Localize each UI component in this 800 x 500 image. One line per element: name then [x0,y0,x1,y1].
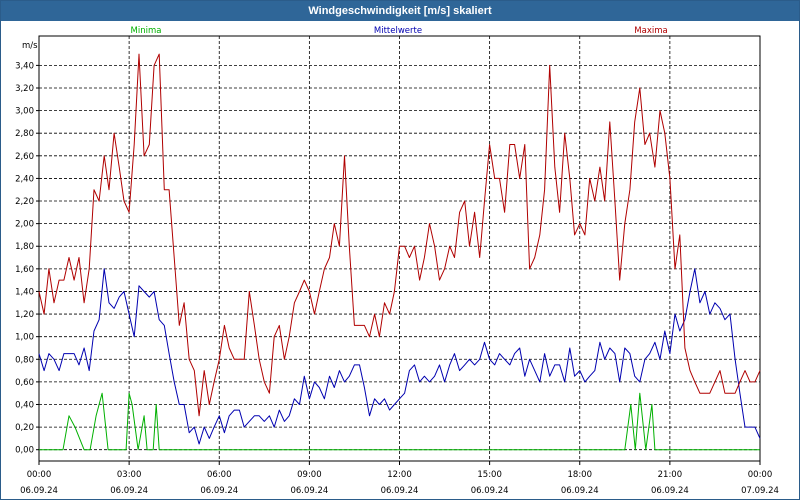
y-tick-label: 2,40 [15,174,34,184]
legend-entry-minima: Minima [131,26,162,36]
y-tick-label: 0,40 [15,400,34,410]
x-tick-date: 06.09.24 [290,486,328,496]
x-tick-time: 06:00 [207,470,232,480]
x-tick-time: 00:00 [27,470,52,480]
x-tick-date: 06.09.24 [561,486,599,496]
legend-entry-maxima: Maxima [634,26,667,36]
x-tick-time: 18:00 [568,470,593,480]
y-tick-label: 2,80 [15,129,34,139]
y-tick-label: 1,20 [15,310,34,320]
legend: Minima Mittelwerte Maxima [131,26,668,36]
x-tick-date: 06.09.24 [110,486,148,496]
x-tick-date: 06.09.24 [651,486,689,496]
legend-entry-mittelwerte: Mittelwerte [374,26,422,36]
x-tick-time: 09:00 [297,470,322,480]
x-tick-time: 15:00 [477,470,502,480]
y-tick-label: 1,00 [15,333,34,343]
x-tick-labels: 00:00 06.09.24 03:00 06.09.24 06:00 06.09.24 0… [20,461,779,496]
y-tick-labels: 0,00 0,20 0,40 0,60 0,80 1,00 1,20 1,40 1,60 1,80… [15,61,39,456]
x-tick-time: 12:00 [387,470,412,480]
x-tick-date: 06.09.24 [200,486,238,496]
y-tick-label: 0,80 [15,355,34,365]
y-tick-label: 1,40 [15,287,34,297]
y-tick-label: 0,20 [15,423,34,433]
x-tick-time: 03:00 [117,470,142,480]
y-tick-label: 0,00 [15,446,34,456]
x-tick-time: 00:00 [748,470,773,480]
x-tick-date: 06.09.24 [381,486,419,496]
y-tick-label: 0,60 [15,378,34,388]
x-tick-date: 06.09.24 [20,486,58,496]
y-tick-label: 2,00 [15,220,34,230]
x-tick-time: 21:00 [658,470,683,480]
y-tick-label: 3,40 [15,61,34,71]
y-tick-label: 2,60 [15,152,34,162]
y-tick-label: 1,60 [15,265,34,275]
y-axis-label: m/s [22,41,38,51]
y-tick-label: 2,20 [15,197,34,207]
y-tick-label: 3,20 [15,84,34,94]
x-tick-date: 06.09.24 [471,486,509,496]
y-tick-label: 1,80 [15,242,34,252]
chart-area: 0,00 0,20 0,40 0,60 0,80 1,00 1,20 1,40 1,60 1,80… [15,26,779,496]
x-tick-date: 07.09.24 [741,486,779,496]
y-tick-label: 3,00 [15,107,34,117]
